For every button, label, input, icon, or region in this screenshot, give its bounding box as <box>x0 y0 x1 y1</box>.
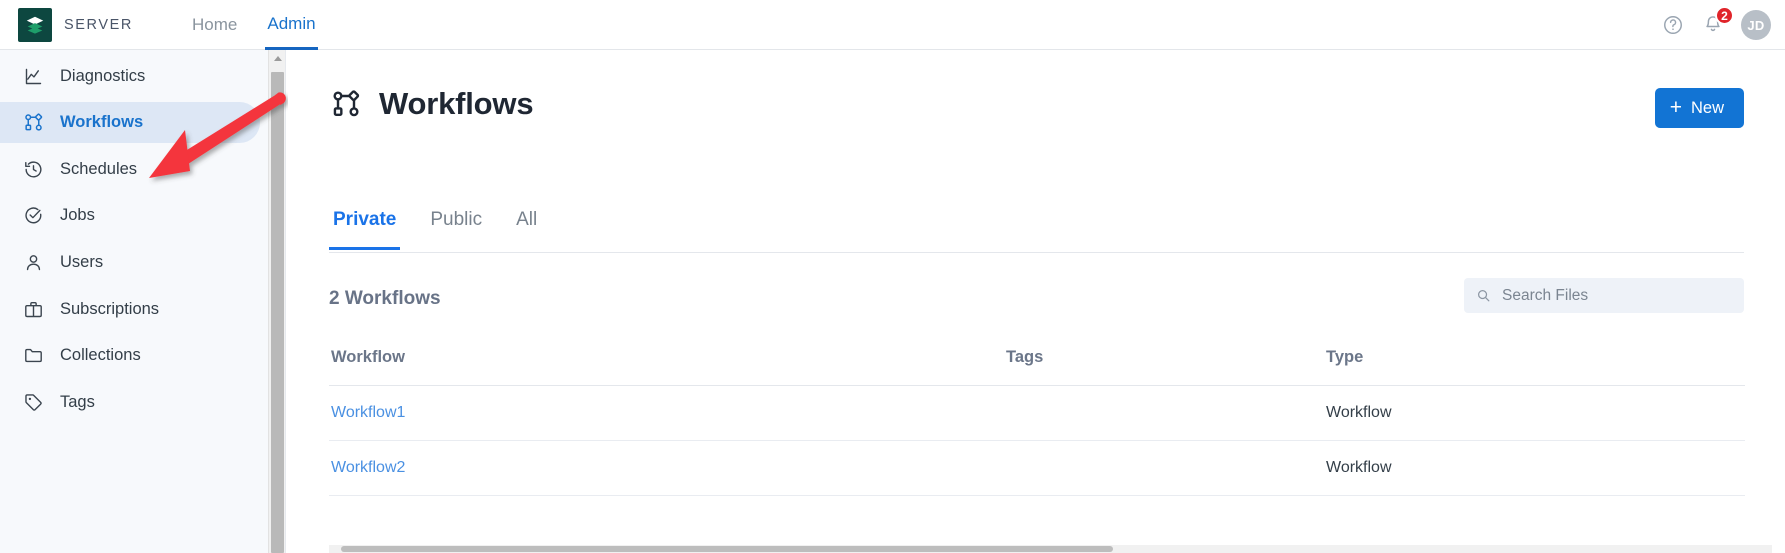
sidebar-item-label: Collections <box>60 346 141 365</box>
app-window: SERVER Home Admin 2 JD Diagnostics Workf… <box>0 0 1785 553</box>
sidebar-item-workflows[interactable]: Workflows <box>0 102 260 144</box>
page-header: Workflows <box>329 86 534 122</box>
sidebar-item-label: Diagnostics <box>60 66 146 85</box>
workflows-table: Workflow Tags Type Workflow1 Workflow Wo… <box>329 340 1745 496</box>
sidebar-item-label: Workflows <box>60 113 144 132</box>
nav-link-home[interactable]: Home <box>190 0 239 50</box>
column-header-workflow[interactable]: Workflow <box>329 340 1004 386</box>
workflow-count-label: 2 Workflows <box>329 288 441 309</box>
tag-icon <box>22 391 44 413</box>
sidebar-item-subscriptions[interactable]: Subscriptions <box>0 289 260 330</box>
workflow-link[interactable]: Workflow1 <box>331 404 405 421</box>
sidebar-item-tags[interactable]: Tags <box>0 382 260 423</box>
scrollbar-thumb[interactable] <box>271 72 284 553</box>
bell-icon[interactable]: 2 <box>1701 6 1734 37</box>
scrollbar-thumb[interactable] <box>341 546 1113 552</box>
cell-workflow-type: Workflow <box>1324 440 1745 496</box>
primary-nav: Home Admin <box>190 0 318 50</box>
cell-workflow-name: Workflow1 <box>329 385 1004 441</box>
sidebar-item-schedules[interactable]: Schedules <box>0 149 260 190</box>
sidebar-item-label: Schedules <box>60 159 138 178</box>
table-horizontal-scrollbar[interactable] <box>329 545 1772 553</box>
notification-badge: 2 <box>1715 6 1734 25</box>
brand[interactable]: SERVER <box>18 8 133 42</box>
new-button-label: New <box>1690 98 1724 117</box>
avatar[interactable]: JD <box>1741 10 1771 40</box>
nav-link-admin[interactable]: Admin <box>265 0 318 50</box>
column-header-type[interactable]: Type <box>1324 340 1745 386</box>
sidebar-scrollbar[interactable] <box>268 50 285 553</box>
folder-icon <box>22 345 44 367</box>
workflow-visibility-tabs: Private Public All <box>329 205 1744 253</box>
scroll-up-arrow-icon[interactable] <box>269 50 285 67</box>
topbar-actions: 2 JD <box>1661 0 1771 50</box>
sidebar-item-collections[interactable]: Collections <box>0 335 260 376</box>
page-title: Workflows <box>379 86 534 121</box>
cell-workflow-name: Workflow2 <box>329 440 1004 496</box>
cell-workflow-tags <box>1004 440 1324 496</box>
workflow-icon <box>329 87 363 121</box>
sidebar-item-label: Jobs <box>60 206 95 225</box>
search-input[interactable] <box>1500 285 1733 306</box>
sidebar-item-users[interactable]: Users <box>0 242 260 283</box>
table-row: Workflow2 Workflow <box>329 440 1745 496</box>
cell-workflow-type: Workflow <box>1324 385 1745 441</box>
check-badge-icon <box>22 205 44 227</box>
sidebar-item-label: Subscriptions <box>60 299 160 318</box>
cell-workflow-tags <box>1004 385 1324 441</box>
user-icon <box>22 251 44 273</box>
brand-name: SERVER <box>64 17 133 33</box>
top-navigation-bar: SERVER Home Admin 2 JD <box>0 0 1785 50</box>
table-header-row: Workflow Tags Type <box>329 340 1745 386</box>
sidebar-item-jobs[interactable]: Jobs <box>0 195 260 236</box>
workflow-link[interactable]: Workflow2 <box>331 459 405 476</box>
search-files-box[interactable] <box>1464 278 1744 313</box>
search-icon <box>1475 288 1491 304</box>
sidebar: Diagnostics Workflows Schedules Jobs Use… <box>0 50 286 553</box>
clock-history-icon <box>22 158 44 180</box>
tab-all[interactable]: All <box>512 205 541 247</box>
sidebar-item-label: Tags <box>60 392 95 411</box>
help-circle-icon[interactable] <box>1661 13 1685 37</box>
briefcase-icon <box>22 298 44 320</box>
workflow-icon <box>22 112 44 134</box>
table-row: Workflow1 Workflow <box>329 385 1745 441</box>
chart-line-icon <box>22 65 44 87</box>
sidebar-nav-list: Diagnostics Workflows Schedules Jobs Use… <box>0 50 270 428</box>
workflows-table-container: Workflow Tags Type Workflow1 Workflow Wo… <box>329 340 1745 545</box>
tab-private[interactable]: Private <box>329 205 401 250</box>
plus-icon: + <box>1669 95 1682 119</box>
new-button[interactable]: + New <box>1654 88 1744 128</box>
main-content: Workflows + New Private Public All 2 Wor… <box>287 50 1785 553</box>
layers-stack-icon <box>18 8 52 42</box>
sidebar-item-diagnostics[interactable]: Diagnostics <box>0 56 260 97</box>
table-body: Workflow1 Workflow Workflow2 Workflow <box>329 385 1745 496</box>
column-header-tags[interactable]: Tags <box>1004 340 1324 386</box>
table-header: Workflow Tags Type <box>329 340 1745 386</box>
sidebar-item-label: Users <box>60 252 104 271</box>
tab-public[interactable]: Public <box>426 205 486 247</box>
